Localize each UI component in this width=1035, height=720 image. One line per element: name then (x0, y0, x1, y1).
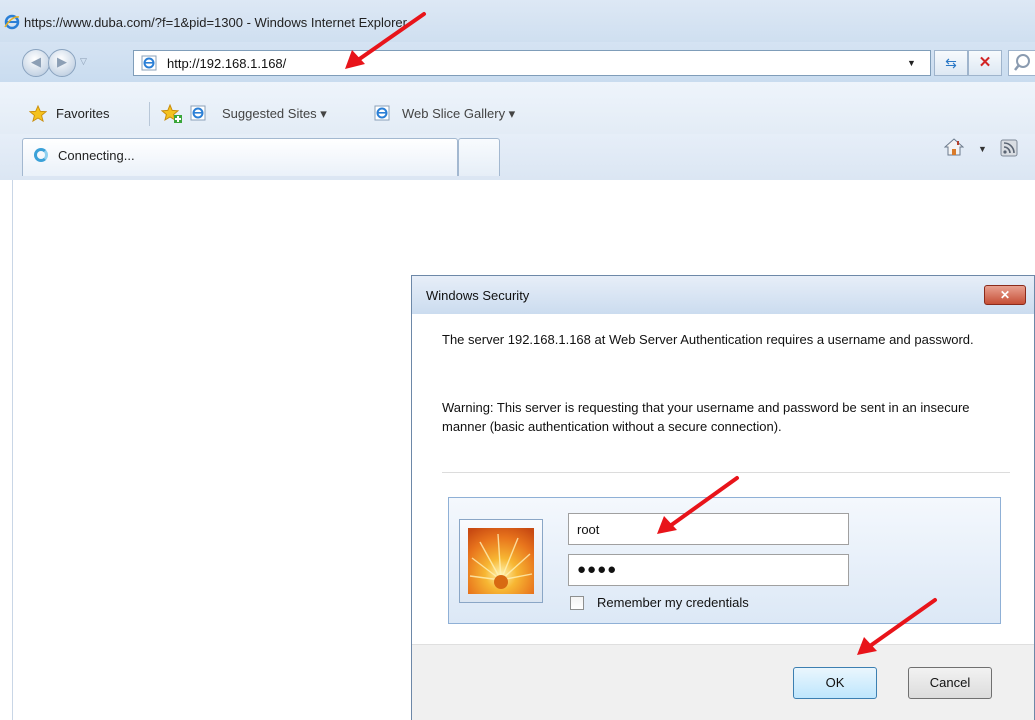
tab-label: Connecting... (58, 148, 135, 163)
dialog-footer: OK Cancel (412, 644, 1034, 720)
forward-icon: ▶ (57, 54, 67, 69)
favorites-button[interactable]: Favorites (56, 106, 109, 121)
refresh-icon: ⇆ (945, 55, 957, 71)
user-tile (459, 519, 543, 603)
forward-button[interactable]: ▶ (48, 49, 76, 77)
user-tile-icon (468, 528, 534, 594)
window-title-bar: https://www.duba.com/?f=1&pid=1300 - Win… (0, 0, 1035, 42)
ok-button[interactable]: OK (793, 667, 877, 699)
suggested-sites-button[interactable]: Suggested Sites ▾ (222, 106, 327, 122)
window-title: https://www.duba.com/?f=1&pid=1300 - Win… (24, 15, 407, 30)
back-button[interactable]: ◀ (22, 49, 50, 77)
cancel-button[interactable]: Cancel (908, 667, 992, 699)
tab-row: Connecting... ▼ (0, 134, 1035, 180)
address-dropdown-icon[interactable]: ▼ (907, 58, 916, 68)
address-bar[interactable]: http://192.168.1.168/ (133, 50, 931, 76)
add-favorite-icon[interactable] (161, 104, 183, 124)
home-dropdown-icon[interactable]: ▼ (978, 144, 987, 154)
dialog-separator (442, 472, 1010, 473)
ie-icon (4, 14, 20, 30)
page-icon (141, 55, 157, 71)
favorites-star-icon (29, 105, 47, 123)
navigation-bar: ◀ ▶ ▽ http://192.168.1.168/ ▼ ⇆ ✕ (0, 42, 1035, 82)
tab-connecting[interactable]: Connecting... (22, 138, 458, 176)
dialog-title-bar: Windows Security ✕ (412, 276, 1034, 314)
web-slice-gallery-icon (374, 105, 390, 121)
password-value: ●●●● (577, 561, 618, 578)
credential-tile: root ●●●● Remember my credentials (448, 497, 1001, 624)
address-url[interactable]: http://192.168.1.168/ (167, 56, 286, 71)
suggested-sites-icon (190, 105, 206, 121)
home-icon[interactable] (944, 138, 964, 156)
username-value: root (577, 522, 600, 537)
windows-security-dialog: Windows Security ✕ The server 192.168.1.… (411, 275, 1035, 720)
recent-pages-dropdown-icon[interactable]: ▽ (80, 56, 87, 67)
dialog-close-button[interactable]: ✕ (984, 285, 1026, 305)
dialog-body: The server 192.168.1.168 at Web Server A… (412, 314, 1034, 644)
favorites-bar: Favorites Suggested Sites ▾ Web Slice Ga… (0, 82, 1035, 134)
web-slice-gallery-button[interactable]: Web Slice Gallery ▾ (402, 106, 515, 122)
favorites-separator (149, 102, 150, 126)
password-field[interactable]: ●●●● (568, 554, 849, 586)
dialog-title: Windows Security (426, 288, 530, 303)
search-button[interactable] (1008, 50, 1035, 76)
stop-icon: ✕ (978, 54, 992, 71)
feed-icon[interactable] (1000, 139, 1018, 157)
remember-credentials-checkbox[interactable] (570, 596, 584, 610)
back-icon: ◀ (31, 54, 41, 69)
loading-spinner-icon (34, 148, 48, 162)
insecure-warning: Warning: This server is requesting that … (442, 400, 970, 434)
remember-credentials-label[interactable]: Remember my credentials (597, 595, 749, 610)
stop-button[interactable]: ✕ (968, 50, 1002, 76)
page-content-border (12, 180, 13, 720)
close-icon: ✕ (999, 288, 1011, 302)
username-field[interactable]: root (568, 513, 849, 545)
new-tab-button[interactable] (458, 138, 500, 176)
refresh-button[interactable]: ⇆ (934, 50, 968, 76)
search-icon (1014, 54, 1030, 71)
auth-message: The server 192.168.1.168 at Web Server A… (442, 332, 974, 347)
